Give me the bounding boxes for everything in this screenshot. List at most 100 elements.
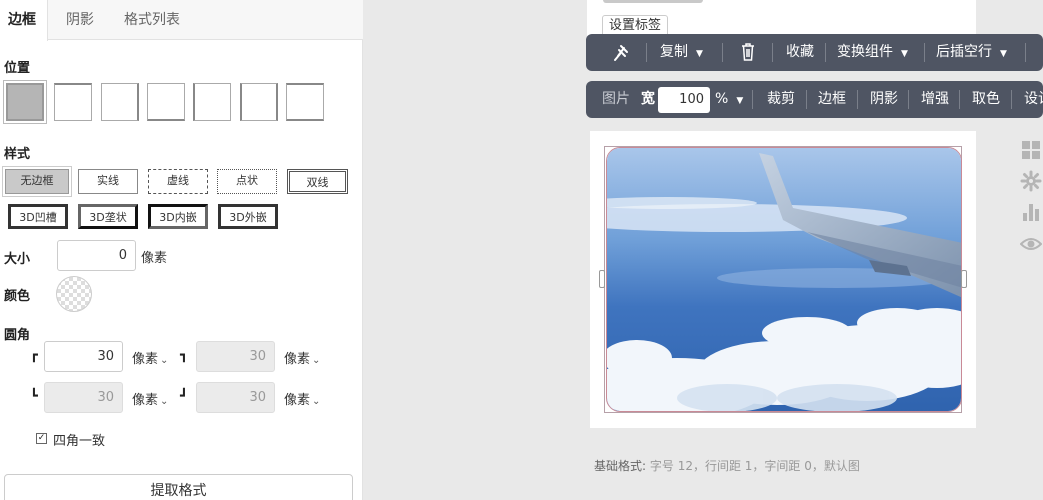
position-top-option[interactable] <box>54 83 92 121</box>
gear-icon[interactable] <box>1020 170 1042 192</box>
unit-label: 像素 <box>284 352 311 367</box>
tab-format-list[interactable]: 格式列表 <box>124 0 180 40</box>
transform-label: 变换组件 <box>837 44 893 60</box>
color-label: 颜色 <box>4 289 31 304</box>
size-label: 大小 <box>4 252 31 267</box>
style-3d-groove-button[interactable]: 3D凹槽 <box>8 204 68 229</box>
tab-bar: 边框 阴影 格式列表 <box>0 0 363 41</box>
unit-label: 像素 <box>132 352 159 367</box>
width-label: 宽 <box>641 91 655 107</box>
separator <box>857 90 858 109</box>
enhance-button[interactable]: 增强 <box>921 81 949 118</box>
radius-bottom-right-input[interactable]: 30 <box>196 382 275 413</box>
base-format-info: 基础格式: 字号 12，行间距 1，字间距 0，默认图 <box>594 457 860 474</box>
resize-handle-left[interactable] <box>599 270 605 288</box>
style-dotted-button[interactable]: 点状 <box>217 169 277 194</box>
radius-top-right-input[interactable]: 30 <box>196 341 275 372</box>
chevron-down-icon: ▼ <box>1000 49 1007 59</box>
resize-handle-right[interactable] <box>961 270 967 288</box>
position-left-right-option[interactable] <box>240 83 278 121</box>
separator <box>772 43 773 62</box>
style-double-button[interactable]: 双线 <box>287 169 348 194</box>
settings-button[interactable]: 设计 <box>1024 81 1043 118</box>
size-unit: 像素 <box>141 251 168 266</box>
unit-label: 像素 <box>132 393 159 408</box>
insert-after-button[interactable]: 后插空行 ▼ <box>936 34 1007 71</box>
separator <box>806 90 807 109</box>
position-left-option[interactable] <box>193 83 231 121</box>
extract-format-button[interactable]: 提取格式 <box>4 474 353 500</box>
delete-icon[interactable] <box>739 34 757 71</box>
position-label: 位置 <box>4 61 31 76</box>
style-label: 样式 <box>4 147 31 162</box>
copy-button[interactable]: 复制 ▼ <box>660 34 703 71</box>
width-input[interactable]: 100 <box>658 87 710 113</box>
border-settings-panel: 边框 阴影 格式列表 位置 样式 无边框 实线 虚线 点状 双线 3D凹槽 3D… <box>0 0 363 500</box>
base-format-value: 字号 12，行间距 1，字间距 0，默认图 <box>649 459 860 473</box>
style-none-button[interactable]: 无边框 <box>5 169 69 194</box>
bar-chart-icon[interactable] <box>1020 201 1042 223</box>
width-unit-select[interactable]: % ▼ <box>715 81 743 118</box>
style-3d-inset-button[interactable]: 3D内嵌 <box>148 204 208 229</box>
uniform-corners-checkbox[interactable]: ✓ <box>36 433 47 444</box>
style-3d-ridge-button[interactable]: 3D垄状 <box>78 204 138 229</box>
grid-icon[interactable] <box>1020 139 1042 161</box>
separator <box>1025 43 1026 62</box>
pick-color-button[interactable]: 取色 <box>972 81 1000 118</box>
copy-label: 复制 <box>660 44 688 60</box>
image-label: 图片 <box>602 91 630 107</box>
top-left-corner-icon: ┏ <box>30 348 38 363</box>
base-format-label: 基础格式: <box>594 459 647 473</box>
chevron-down-icon: ⌄ <box>160 355 169 366</box>
tab-shadow[interactable]: 阴影 <box>66 0 94 40</box>
tab-border[interactable]: 边框 <box>0 0 48 41</box>
eye-icon[interactable] <box>1019 233 1043 255</box>
radius-top-right-unit-select[interactable]: 像素 ⌄ <box>284 348 320 367</box>
scroll-indicator <box>603 0 703 3</box>
radius-label: 圆角 <box>4 328 31 343</box>
separator <box>959 90 960 109</box>
position-right-option[interactable] <box>101 83 139 121</box>
bottom-left-corner-icon: ┗ <box>30 389 38 404</box>
separator <box>646 43 647 62</box>
style-dashed-button[interactable]: 虚线 <box>148 169 208 194</box>
top-right-corner-icon: ┓ <box>180 348 188 363</box>
pin-icon[interactable] <box>613 34 629 71</box>
style-3d-outset-button[interactable]: 3D外嵌 <box>218 204 278 229</box>
separator <box>825 43 826 62</box>
shadow-button[interactable]: 阴影 <box>870 81 898 118</box>
position-bottom-option[interactable] <box>147 83 185 121</box>
width-unit-label: % <box>715 91 729 107</box>
border-size-input[interactable]: 0 <box>57 240 136 271</box>
radius-bottom-right-unit-select[interactable]: 像素 ⌄ <box>284 389 320 408</box>
chevron-down-icon: ⌄ <box>160 396 169 407</box>
separator <box>924 43 925 62</box>
position-top-bottom-option[interactable] <box>286 83 324 121</box>
component-toolbar: 复制 ▼ 收藏 变换组件 ▼ 后插空行 ▼ <box>586 34 1043 71</box>
chevron-down-icon: ▼ <box>736 96 744 106</box>
chevron-down-icon: ⌄ <box>312 355 321 366</box>
border-color-picker[interactable] <box>56 276 92 312</box>
transform-component-button[interactable]: 变换组件 ▼ <box>837 34 908 71</box>
separator <box>722 43 723 62</box>
separator <box>908 90 909 109</box>
chevron-down-icon: ▼ <box>696 49 703 59</box>
radius-bottom-left-input[interactable]: 30 <box>44 382 123 413</box>
crop-button[interactable]: 裁剪 <box>767 81 795 118</box>
radius-top-left-input[interactable]: 30 <box>44 341 123 372</box>
unit-label: 像素 <box>284 393 311 408</box>
bottom-right-corner-icon: ┛ <box>180 389 188 404</box>
position-all-option[interactable] <box>6 83 44 121</box>
collect-button[interactable]: 收藏 <box>786 34 814 71</box>
image-toolbar: 图片 宽 100 %▼ 裁剪 边框 阴影 增强 取色 设计 <box>586 81 1043 118</box>
uniform-corners-label: 四角一致 <box>53 434 106 449</box>
separator <box>752 90 753 109</box>
separator <box>1011 90 1012 109</box>
radius-top-left-unit-select[interactable]: 像素 ⌄ <box>132 348 168 367</box>
style-solid-button[interactable]: 实线 <box>78 169 138 194</box>
border-button[interactable]: 边框 <box>818 81 846 118</box>
chevron-down-icon: ⌄ <box>312 396 321 407</box>
airplane-wing-photo[interactable] <box>606 147 962 412</box>
radius-bottom-left-unit-select[interactable]: 像素 ⌄ <box>132 389 168 408</box>
chevron-down-icon: ▼ <box>901 49 908 59</box>
